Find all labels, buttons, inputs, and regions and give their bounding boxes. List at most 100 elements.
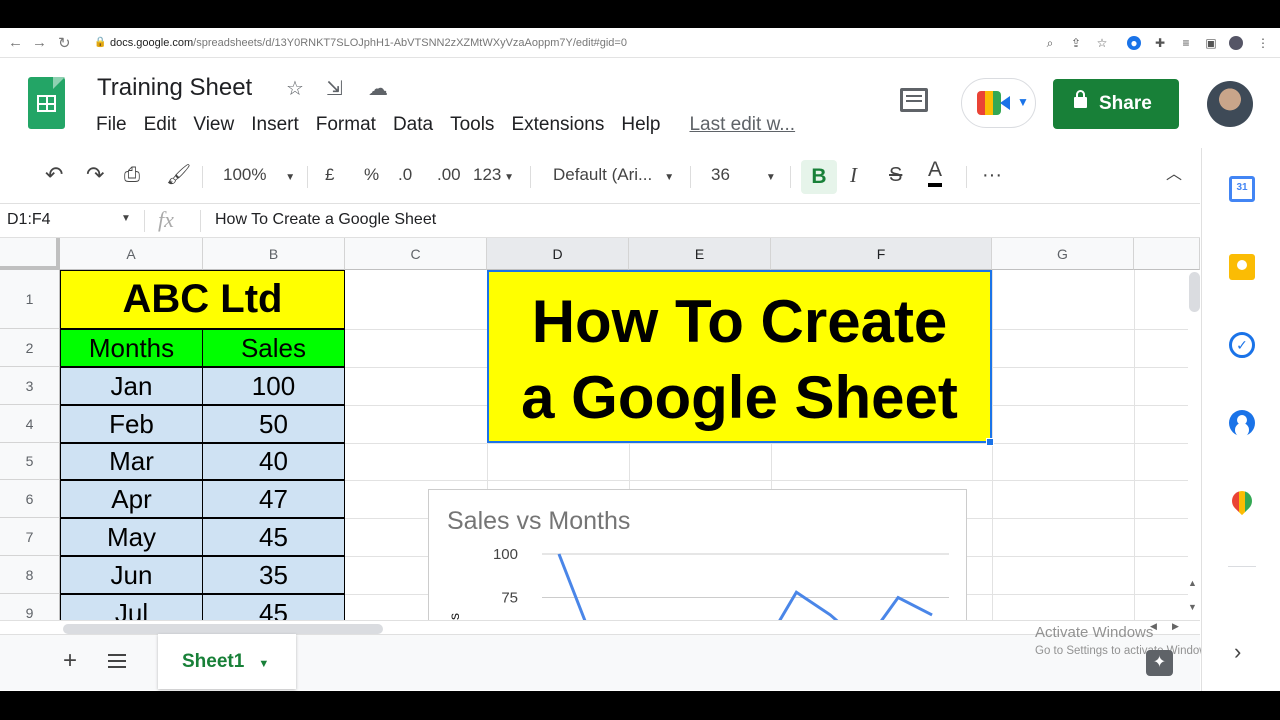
column-header-a[interactable]: A bbox=[60, 238, 203, 270]
row-header-5[interactable]: 5 bbox=[0, 443, 60, 480]
column-header-g[interactable]: G bbox=[992, 238, 1134, 270]
column-header-e[interactable]: E bbox=[629, 238, 771, 270]
merged-title-cell[interactable]: How To Create a Google Sheet bbox=[487, 270, 992, 443]
formula-input[interactable]: How To Create a Google Sheet bbox=[215, 211, 436, 229]
puzzle-icon[interactable]: ✚ bbox=[1153, 36, 1167, 50]
horizontal-scrollbar-thumb[interactable] bbox=[63, 624, 383, 634]
extension-icon[interactable]: ● bbox=[1127, 36, 1141, 50]
strikethrough-button[interactable]: S bbox=[889, 163, 902, 187]
sheets-logo-icon[interactable] bbox=[28, 77, 65, 129]
menu-data[interactable]: Data bbox=[393, 114, 433, 138]
font-select[interactable]: Default (Ari... ▼ bbox=[553, 163, 674, 187]
bookmark-star-icon[interactable]: ☆ bbox=[1095, 36, 1109, 50]
cloud-saved-icon[interactable]: ☁ bbox=[368, 76, 388, 101]
font-size-select[interactable]: 36 ▼ bbox=[711, 163, 776, 187]
sheet-tab-sheet1[interactable]: Sheet1 ▼ bbox=[158, 634, 296, 689]
cell-a2-header[interactable]: Months bbox=[60, 329, 203, 367]
chevron-right-icon[interactable]: › bbox=[1234, 639, 1241, 665]
more-options-button[interactable]: ··· bbox=[982, 163, 1002, 187]
row-header-7[interactable]: 7 bbox=[0, 518, 60, 556]
vertical-scrollbar-track[interactable] bbox=[1188, 270, 1200, 614]
cell-b2-header[interactable]: Sales bbox=[202, 329, 345, 367]
print-icon[interactable]: ⎙ bbox=[124, 163, 140, 187]
zoom-icon[interactable]: ⌕ bbox=[1043, 36, 1057, 50]
menu-file[interactable]: File bbox=[96, 114, 127, 138]
sidebar-icon[interactable]: ▣ bbox=[1204, 36, 1218, 50]
more-formats-button[interactable]: 123 ▼ bbox=[473, 163, 514, 187]
cell-b8[interactable]: 35 bbox=[202, 556, 345, 594]
row-header-3[interactable]: 3 bbox=[0, 367, 60, 405]
cell-a4[interactable]: Feb bbox=[60, 405, 203, 443]
redo-icon[interactable]: ↷ bbox=[86, 163, 104, 187]
row-header-8[interactable]: 8 bbox=[0, 556, 60, 594]
all-sheets-icon[interactable] bbox=[108, 654, 126, 668]
cell-b7[interactable]: 45 bbox=[202, 518, 345, 556]
menu-insert[interactable]: Insert bbox=[251, 114, 299, 138]
undo-icon[interactable]: ↶ bbox=[45, 163, 63, 187]
column-header-f[interactable]: F bbox=[771, 238, 992, 270]
cell-a5[interactable]: Mar bbox=[60, 443, 203, 480]
avatar[interactable] bbox=[1207, 81, 1253, 127]
cell-a7[interactable]: May bbox=[60, 518, 203, 556]
row-header-6[interactable]: 6 bbox=[0, 480, 60, 518]
forward-icon[interactable]: → bbox=[32, 34, 47, 51]
last-edit-link[interactable]: Last edit w... bbox=[689, 114, 795, 138]
percent-format-button[interactable]: % bbox=[364, 163, 379, 187]
keep-icon[interactable] bbox=[1229, 254, 1255, 280]
text-color-button[interactable]: A bbox=[928, 159, 943, 187]
star-icon[interactable]: ☆ bbox=[286, 76, 304, 101]
scroll-down-icon[interactable]: ▼ bbox=[1188, 602, 1197, 612]
share-page-icon[interactable]: ⇪ bbox=[1069, 36, 1083, 50]
menu-format[interactable]: Format bbox=[316, 114, 376, 138]
browser-menu-icon[interactable]: ⋮ bbox=[1256, 36, 1270, 50]
cell-a6[interactable]: Apr bbox=[60, 480, 203, 518]
cell-a1-title[interactable]: ABC Ltd bbox=[60, 270, 345, 329]
menu-tools[interactable]: Tools bbox=[450, 114, 494, 138]
menu-extensions[interactable]: Extensions bbox=[511, 114, 604, 138]
document-title[interactable]: Training Sheet bbox=[97, 74, 252, 102]
chevron-down-icon[interactable]: ▼ bbox=[258, 658, 269, 670]
column-header-b[interactable]: B bbox=[203, 238, 345, 270]
bold-button[interactable]: B bbox=[801, 160, 837, 194]
decrease-decimal-button[interactable]: .0 bbox=[398, 163, 412, 187]
cell-b6[interactable]: 47 bbox=[202, 480, 345, 518]
comment-history-icon[interactable] bbox=[900, 88, 928, 112]
meet-button[interactable]: ▼ bbox=[961, 78, 1036, 128]
column-header-d[interactable]: D bbox=[487, 238, 629, 270]
spreadsheet-grid[interactable]: A B C D E F G 1 2 3 4 5 6 7 8 9 ABC Ltd bbox=[0, 238, 1200, 650]
add-sheet-icon[interactable]: + bbox=[63, 647, 77, 675]
increase-decimal-button[interactable]: .00 bbox=[437, 163, 461, 187]
paint-format-icon[interactable]: 🖌 bbox=[166, 163, 191, 187]
collapse-menu-icon[interactable]: ︿ bbox=[1166, 163, 1182, 187]
zoom-select[interactable]: 100% ▼ bbox=[223, 163, 295, 187]
explore-icon[interactable]: ✦ bbox=[1146, 650, 1173, 676]
menu-view[interactable]: View bbox=[193, 114, 234, 138]
italic-button[interactable]: I bbox=[850, 163, 857, 187]
menu-help[interactable]: Help bbox=[621, 114, 660, 138]
address-bar[interactable]: 🔒 docs.google.com/spreadsheets/d/13Y0RNK… bbox=[88, 33, 1078, 53]
chevron-down-icon[interactable]: ▼ bbox=[121, 213, 131, 224]
menu-edit[interactable]: Edit bbox=[144, 114, 177, 138]
share-button[interactable]: Share bbox=[1053, 79, 1179, 129]
name-box[interactable]: D1:F4 bbox=[7, 211, 51, 229]
cell-b4[interactable]: 50 bbox=[202, 405, 345, 443]
column-header-c[interactable]: C bbox=[345, 238, 487, 270]
calendar-icon[interactable]: 31 bbox=[1229, 176, 1255, 202]
contacts-icon[interactable] bbox=[1229, 410, 1255, 436]
back-icon[interactable]: ← bbox=[8, 34, 23, 51]
currency-format-button[interactable]: £ bbox=[325, 163, 334, 187]
move-folder-icon[interactable]: ⇲ bbox=[326, 76, 343, 101]
reload-icon[interactable]: ↻ bbox=[58, 34, 71, 52]
selection-drag-handle[interactable] bbox=[986, 438, 994, 446]
tasks-icon[interactable]: ✓ bbox=[1229, 332, 1255, 358]
profile-icon[interactable] bbox=[1229, 36, 1243, 50]
scroll-up-icon[interactable]: ▲ bbox=[1188, 578, 1197, 588]
cell-b3[interactable]: 100 bbox=[202, 367, 345, 405]
select-all-corner[interactable] bbox=[0, 238, 60, 270]
reading-list-icon[interactable]: ≡ bbox=[1179, 36, 1193, 50]
vertical-scrollbar-thumb[interactable] bbox=[1189, 272, 1200, 312]
row-header-2[interactable]: 2 bbox=[0, 329, 60, 367]
cell-b5[interactable]: 40 bbox=[202, 443, 345, 480]
row-header-1[interactable]: 1 bbox=[0, 270, 60, 329]
cell-a3[interactable]: Jan bbox=[60, 367, 203, 405]
